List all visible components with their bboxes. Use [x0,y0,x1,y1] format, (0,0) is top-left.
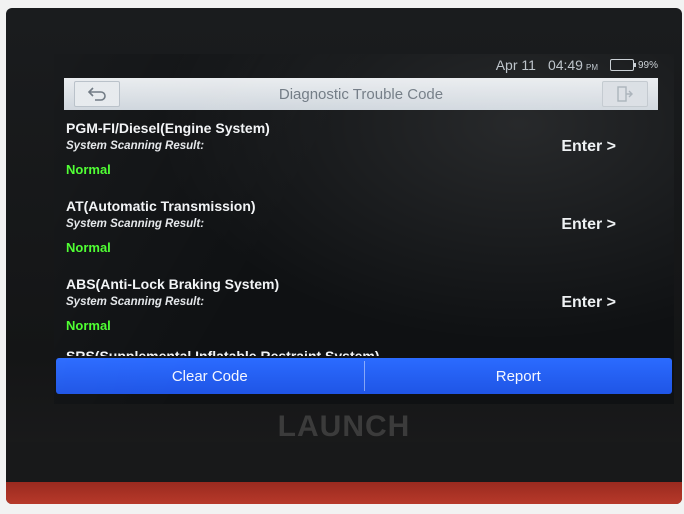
scan-status: Normal [66,318,111,333]
status-date: Apr 11 [495,57,536,73]
exit-button[interactable] [602,81,648,107]
page-title: Diagnostic Trouble Code [278,85,444,103]
device-frame: Apr 11 04:49 PM 99% Diagnostic Trouble Co… [6,8,682,504]
battery-level: 99% [637,59,658,71]
device-bezel-bottom [6,442,682,482]
clear-code-button[interactable]: Clear Code [56,358,364,394]
back-button[interactable] [74,81,120,107]
enter-button[interactable]: Enter > [561,294,616,312]
device-case-edge [6,482,682,504]
system-name: ABS(Anti-Lock Braking System) [66,276,280,292]
status-time-value: 04:49 [547,57,583,73]
brand-logo: LAUNCH [277,410,411,443]
list-item[interactable]: AT(Automatic Transmission) System Scanni… [64,194,658,272]
return-arrow-icon [87,87,106,101]
status-bar: Apr 11 04:49 PM 99% [496,56,658,74]
enter-button[interactable]: Enter > [561,138,616,156]
system-name-partial[interactable]: SRS(Supplemental Inflatable Restraint Sy… [66,348,380,356]
battery-indicator: 99% [609,59,658,71]
system-list: PGM-FI/Diesel(Engine System) System Scan… [64,116,658,356]
scan-result-label: System Scanning Result: [66,296,205,308]
title-bar: Diagnostic Trouble Code [64,78,658,110]
system-name: AT(Automatic Transmission) [66,198,256,214]
device-screen: Apr 11 04:49 PM 99% Diagnostic Trouble Co… [54,54,674,404]
report-button[interactable]: Report [365,358,673,394]
status-ampm: PM [585,63,598,72]
battery-icon [609,59,636,71]
exit-door-icon [617,86,633,102]
status-time: 04:49 PM [548,57,598,73]
list-item[interactable]: PGM-FI/Diesel(Engine System) System Scan… [64,116,658,194]
action-bar: Clear Code Report [56,358,672,394]
system-name: PGM-FI/Diesel(Engine System) [66,120,270,136]
scan-status: Normal [66,240,111,255]
list-item[interactable]: ABS(Anti-Lock Braking System) System Sca… [64,272,658,350]
enter-button[interactable]: Enter > [561,216,616,234]
scan-status: Normal [66,162,111,177]
scan-result-label: System Scanning Result: [66,218,205,230]
scan-result-label: System Scanning Result: [66,140,205,152]
